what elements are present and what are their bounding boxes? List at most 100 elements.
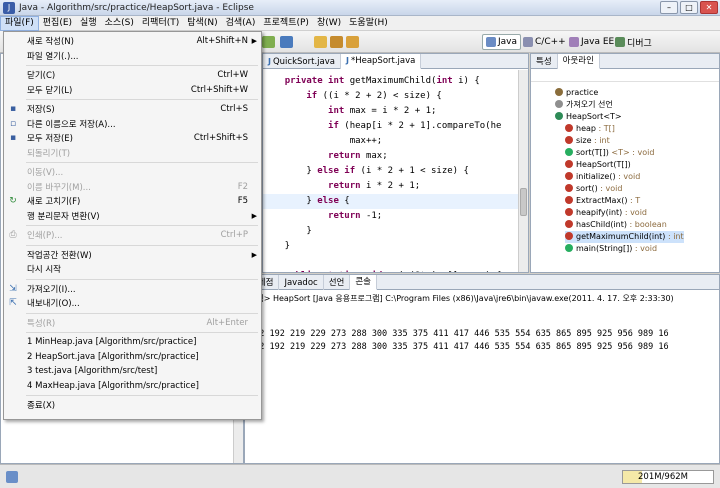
console-tab[interactable]: Javadoc bbox=[279, 275, 324, 290]
editor-scrollbar[interactable] bbox=[518, 70, 528, 272]
menu-4[interactable]: 리팩터(T) bbox=[138, 16, 183, 31]
outline-item[interactable]: heapify(int) : void bbox=[565, 207, 647, 219]
menu-5[interactable]: 탐색(N) bbox=[183, 16, 221, 31]
submenu-arrow-icon: ▶ bbox=[251, 250, 257, 259]
outline-item[interactable]: 가져오기 선언 bbox=[555, 99, 613, 111]
outline-item[interactable]: HeapSort<T> bbox=[555, 111, 622, 123]
menu-6[interactable]: 검색(A) bbox=[222, 16, 260, 31]
run-icon[interactable] bbox=[262, 36, 275, 48]
outline-item-label: HeapSort<T> bbox=[566, 112, 622, 121]
outline-item[interactable]: practice bbox=[555, 87, 598, 99]
outline-item-type: : void bbox=[632, 244, 658, 253]
file-menu-item-shortcut: Alt+Enter bbox=[206, 317, 248, 328]
editor-tab[interactable]: J QuickSort.java bbox=[263, 54, 341, 69]
console-header: 트됨> HeapSort [Java 응용프로그램] C:\Program Fi… bbox=[249, 294, 674, 303]
file-menu-item[interactable]: 모두 닫기(L) Ctrl+Shift+W bbox=[4, 83, 261, 97]
file-menu-item[interactable]: ↻ 새로 고치기(F) F5 bbox=[4, 194, 261, 208]
file-menu-item[interactable]: ▪ 모두 저장(E) Ctrl+Shift+S bbox=[4, 131, 261, 145]
eclipse-app-icon: J bbox=[3, 1, 15, 14]
imports-icon bbox=[555, 100, 563, 108]
outline-tab[interactable]: 특성 bbox=[531, 54, 558, 69]
menu-8[interactable]: 창(W) bbox=[313, 16, 345, 31]
outline-item[interactable]: getMaximumChild(int) : int bbox=[565, 231, 684, 243]
minimize-icon[interactable]: – bbox=[660, 1, 678, 14]
file-menu-item-label: 다른 이름으로 저장(A)... bbox=[27, 119, 116, 130]
file-menu-item[interactable]: 종료(X) bbox=[4, 398, 261, 412]
console-tab[interactable]: 선언 bbox=[324, 275, 351, 290]
outline-item[interactable]: ExtractMax() : T bbox=[565, 195, 640, 207]
file-menu-item[interactable]: 특성(R) Alt+Enter bbox=[4, 316, 261, 330]
file-menu-item[interactable]: 되돌리기(T) bbox=[4, 146, 261, 160]
file-menu-item[interactable]: ▫ 다른 이름으로 저장(A)... bbox=[4, 117, 261, 131]
menu-separator bbox=[26, 332, 258, 333]
search-icon[interactable] bbox=[346, 36, 359, 48]
perspective-java[interactable]: Java bbox=[482, 34, 522, 50]
perspective-javaee[interactable]: Java EE bbox=[566, 34, 617, 50]
outline-item-label: ExtractMax() bbox=[576, 196, 628, 205]
close-icon[interactable]: ✕ bbox=[700, 1, 718, 14]
outline-toolbar bbox=[531, 70, 719, 82]
menu-0[interactable]: 파일(F) bbox=[0, 15, 39, 31]
outline-item[interactable]: HeapSort(T[]) bbox=[565, 159, 631, 171]
file-menu-item-label: 1 MinHeap.java [Algorithm/src/practice] bbox=[27, 337, 197, 347]
class-icon bbox=[555, 112, 563, 120]
file-menu-item-shortcut: Ctrl+W bbox=[217, 70, 248, 80]
file-menu-item[interactable]: 1 MinHeap.java [Algorithm/src/practice] bbox=[4, 335, 261, 349]
perspective-cpp[interactable]: C/C++ bbox=[520, 34, 569, 50]
file-menu-item[interactable]: 이름 바꾸기(M)... F2 bbox=[4, 180, 261, 194]
file-menu-item-shortcut: F5 bbox=[237, 196, 248, 206]
menu-3[interactable]: 소스(S) bbox=[101, 16, 138, 31]
outline-item[interactable]: size : int bbox=[565, 135, 610, 147]
perspective-debug[interactable]: 디버그 bbox=[612, 34, 655, 50]
print-icon: ⎙ bbox=[9, 230, 17, 240]
file-menu-item[interactable]: 작업공간 전환(W) ▶ bbox=[4, 248, 261, 262]
open-folder-icon[interactable] bbox=[314, 36, 327, 48]
fast-view-icon[interactable] bbox=[6, 471, 18, 483]
outline-tab[interactable]: 아웃라인 bbox=[557, 54, 600, 69]
file-menu-item[interactable]: 새로 작성(N) Alt+Shift+N ▶ bbox=[4, 34, 261, 48]
debug-icon[interactable] bbox=[280, 36, 293, 48]
file-menu-item[interactable]: 닫기(C) Ctrl+W bbox=[4, 68, 261, 82]
constructor-icon bbox=[565, 160, 573, 168]
menu-2[interactable]: 실행 bbox=[76, 16, 101, 31]
file-menu-item[interactable]: ⎙ 인쇄(P)... Ctrl+P bbox=[4, 228, 261, 242]
file-menu-item[interactable]: ⇱ 내보내기(O)... bbox=[4, 296, 261, 310]
outline-item[interactable]: sort(T[]) <T> : void bbox=[565, 147, 654, 159]
file-menu-item[interactable]: 이동(V)... bbox=[4, 165, 261, 179]
menu-7[interactable]: 프로젝트(P) bbox=[259, 16, 313, 31]
open-type-icon[interactable] bbox=[330, 36, 343, 48]
console-tab[interactable]: 콘솔 bbox=[350, 275, 377, 290]
file-menu-item-label: 내보내기(O)... bbox=[27, 299, 80, 309]
code-line: int max = i * 2 + 1; bbox=[328, 106, 437, 116]
outline-view: 특성 아웃라인 practice 가져오기 선언 HeapSort<T> heap : … bbox=[530, 53, 720, 273]
outline-item-label: heap bbox=[576, 124, 596, 133]
outline-item[interactable]: heap : T[] bbox=[565, 123, 615, 135]
static-method-icon bbox=[565, 244, 573, 252]
file-menu-item[interactable]: 4 MaxHeap.java [Algorithm/src/practice] bbox=[4, 379, 261, 393]
window-controls: – □ ✕ bbox=[660, 1, 718, 14]
file-menu-item[interactable]: 행 분리문자 변환(V) ▶ bbox=[4, 209, 261, 223]
file-menu-item[interactable]: 2 HeapSort.java [Algorithm/src/practice] bbox=[4, 350, 261, 364]
code-editor: J QuickSort.java J *HeapSort.java private i… bbox=[262, 53, 529, 273]
file-menu-item[interactable]: ⇲ 가져오기(I)... bbox=[4, 282, 261, 296]
outline-item[interactable]: main(String[]) : void bbox=[565, 243, 657, 255]
file-menu-item[interactable]: 다시 시작 bbox=[4, 262, 261, 276]
editor-tab[interactable]: J *HeapSort.java bbox=[340, 54, 422, 69]
file-menu-item-shortcut: Ctrl+Shift+S bbox=[193, 133, 248, 143]
code-line: max++; bbox=[263, 136, 383, 146]
menu-9[interactable]: 도움말(H) bbox=[345, 16, 392, 31]
outline-item[interactable]: hasChild(int) : boolean bbox=[565, 219, 667, 231]
file-menu-item[interactable]: ▪ 저장(S) Ctrl+S bbox=[4, 102, 261, 116]
file-menu-item[interactable]: 파일 열기(.)... bbox=[4, 49, 261, 63]
file-menu-item-label: 다시 시작 bbox=[27, 265, 61, 275]
code-area[interactable]: private int getMaximumChild(int i) { if … bbox=[263, 70, 518, 272]
outline-item[interactable]: sort() : void bbox=[565, 183, 622, 195]
outline-item[interactable]: initialize() : void bbox=[565, 171, 640, 183]
outline-item-type: : void bbox=[597, 184, 623, 193]
memory-indicator[interactable]: 201M/962M bbox=[622, 470, 714, 484]
menu-1[interactable]: 편집(E) bbox=[39, 16, 76, 31]
file-menu-item[interactable]: 3 test.java [Algorithm/src/test] bbox=[4, 364, 261, 378]
editor-scroll-thumb[interactable] bbox=[520, 188, 527, 216]
maximize-icon[interactable]: □ bbox=[680, 1, 698, 14]
file-menu-item-label: 특성(R) bbox=[27, 318, 56, 329]
